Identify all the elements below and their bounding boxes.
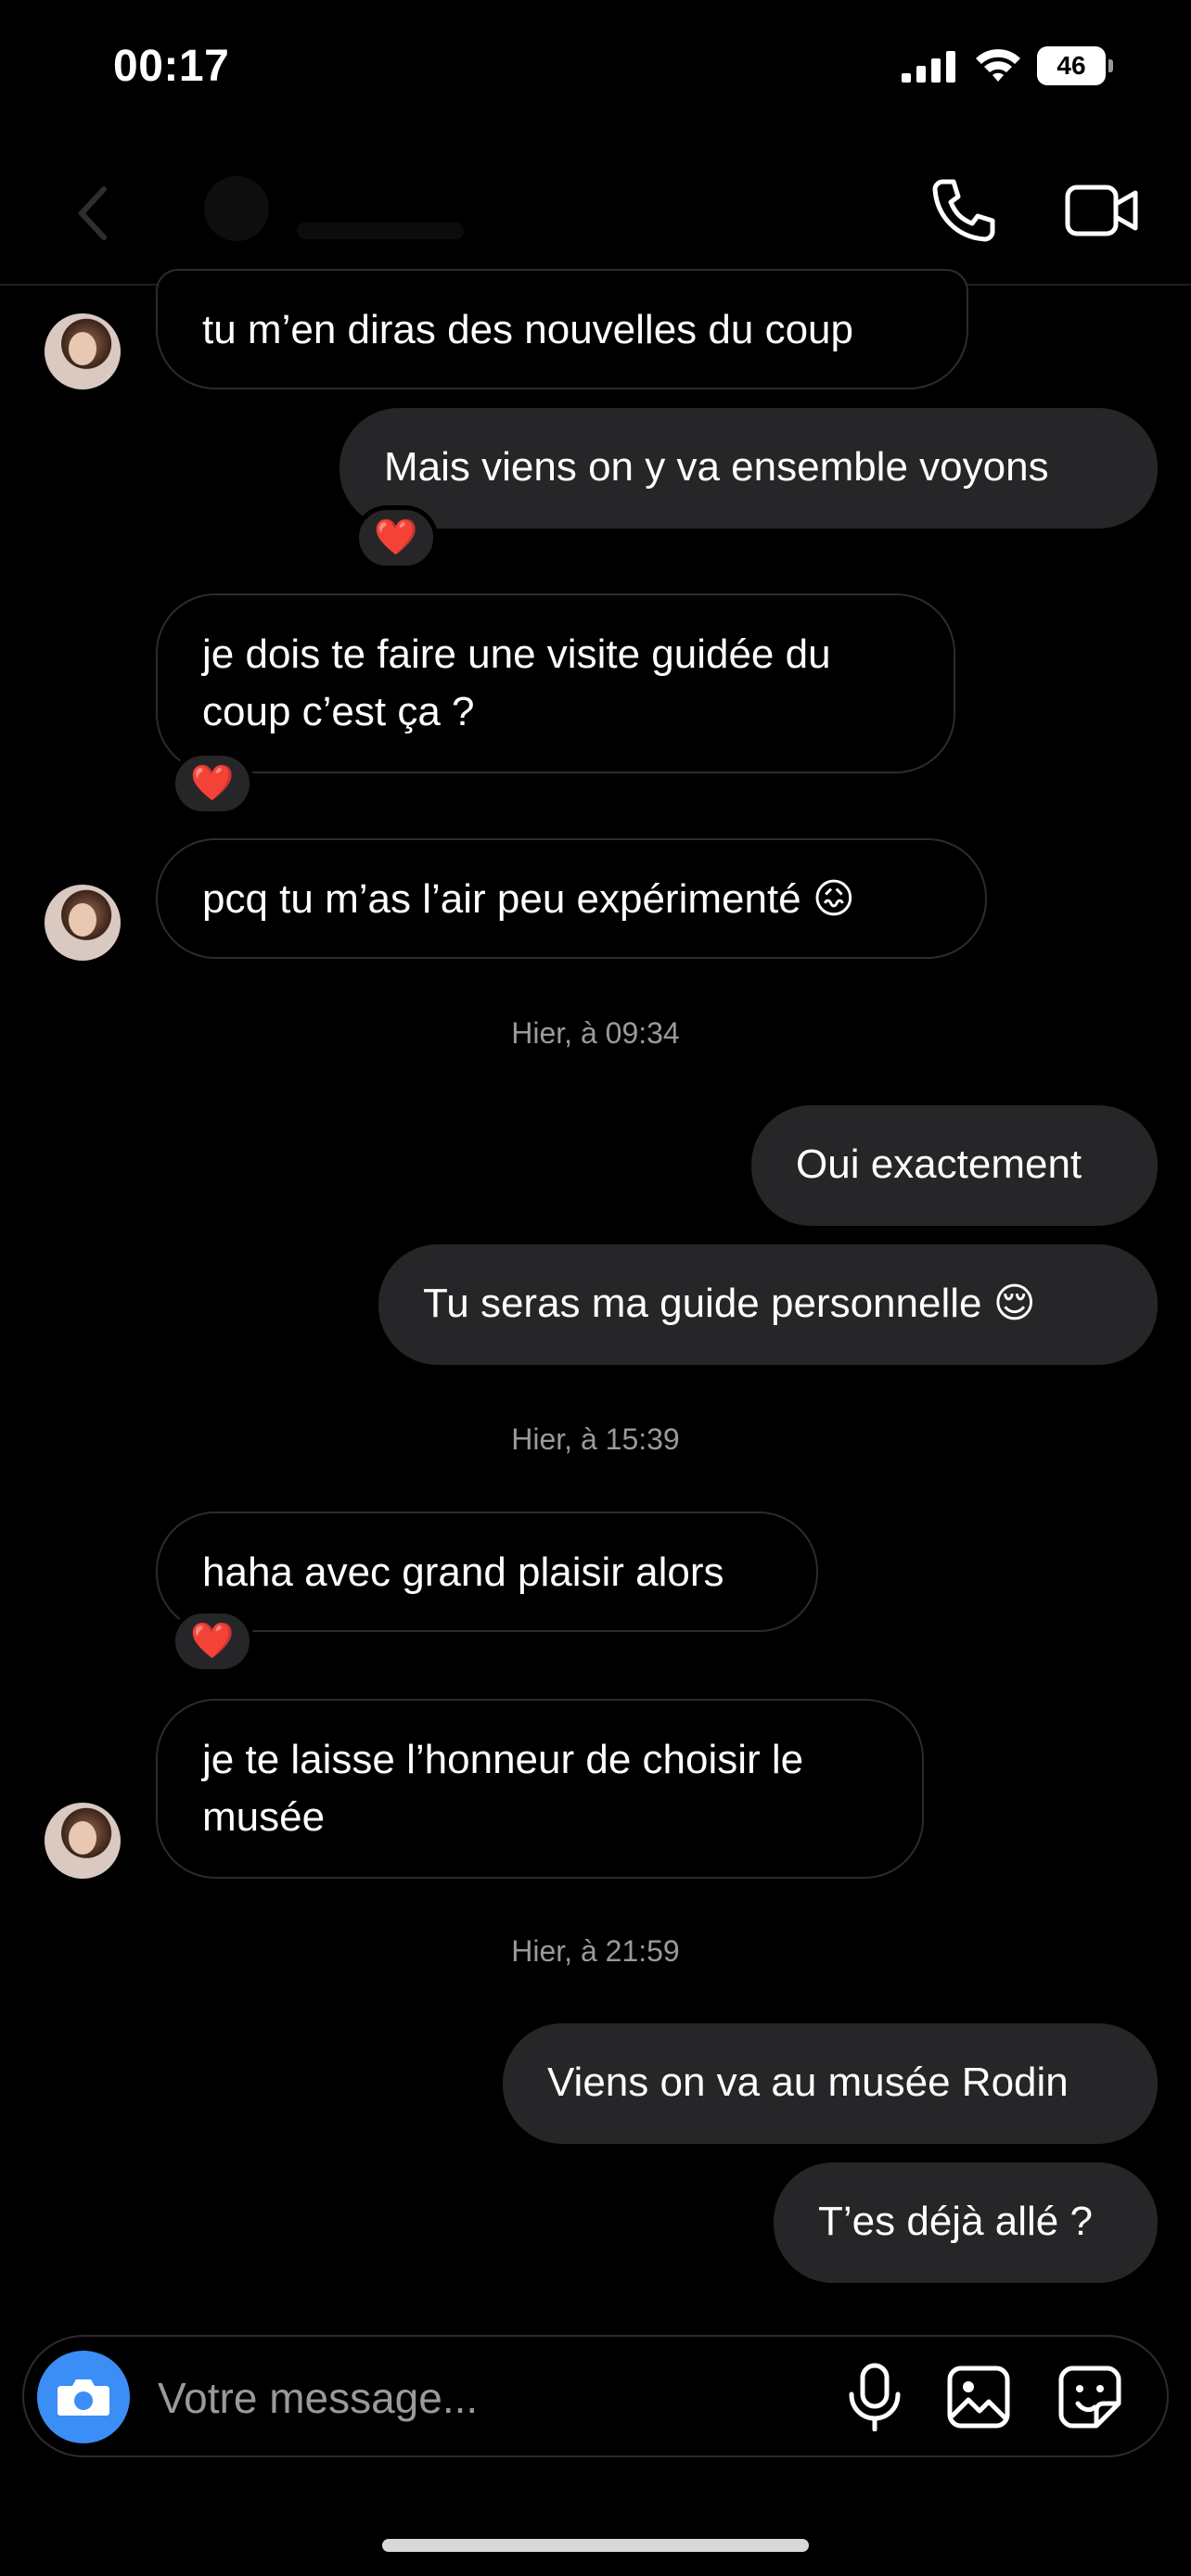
timestamp: Hier, à 09:34 <box>511 1016 680 1050</box>
message-outgoing[interactable]: Mais viens on y va ensemble voyons <box>339 408 1158 529</box>
video-camera-icon[interactable] <box>1065 182 1139 239</box>
timestamp: Hier, à 21:59 <box>511 1934 680 1968</box>
message-outgoing[interactable]: Tu seras ma guide personnelle 😌 <box>378 1244 1158 1365</box>
sticker-icon[interactable] <box>1057 2365 1122 2429</box>
avatar[interactable] <box>45 885 121 961</box>
message-input[interactable] <box>156 2365 809 2431</box>
battery-level: 46 <box>1037 46 1106 85</box>
microphone-icon[interactable] <box>844 2363 905 2431</box>
avatar[interactable] <box>45 313 121 389</box>
battery-icon: 46 <box>1037 46 1113 85</box>
camera-icon <box>58 2379 109 2416</box>
home-indicator[interactable] <box>382 2539 809 2552</box>
wifi-icon <box>976 49 1020 82</box>
message-incoming[interactable]: tu m’en diras des nouvelles du coup <box>156 269 968 389</box>
message-outgoing[interactable]: Viens on va au musée Rodin <box>503 2023 1158 2144</box>
avatar[interactable] <box>45 1803 121 1879</box>
message-incoming[interactable]: haha avec grand plaisir alors <box>156 1511 818 1632</box>
contact-header-hidden[interactable] <box>204 176 464 250</box>
message-incoming[interactable]: pcq tu m’as l’air peu expérimenté 😖 <box>156 838 987 959</box>
camera-button[interactable] <box>37 2351 130 2443</box>
message-outgoing[interactable]: Oui exactement <box>751 1105 1158 1226</box>
timestamp: Hier, à 15:39 <box>511 1422 680 1456</box>
back-chevron-icon[interactable] <box>76 185 109 241</box>
message-incoming[interactable]: je te laisse l’honneur de choisir le mus… <box>156 1699 924 1879</box>
heart-reaction[interactable]: ❤️ <box>171 1609 254 1674</box>
gallery-icon[interactable] <box>946 2365 1011 2429</box>
message-incoming[interactable]: je dois te faire une visite guidée du co… <box>156 593 955 773</box>
cellular-signal-icon <box>902 51 955 83</box>
heart-reaction[interactable]: ❤️ <box>171 751 254 816</box>
message-outgoing[interactable]: T’es déjà allé ? <box>774 2162 1158 2283</box>
status-time: 00:17 <box>113 42 230 91</box>
phone-icon[interactable] <box>929 176 996 243</box>
heart-reaction[interactable]: ❤️ <box>354 505 438 570</box>
